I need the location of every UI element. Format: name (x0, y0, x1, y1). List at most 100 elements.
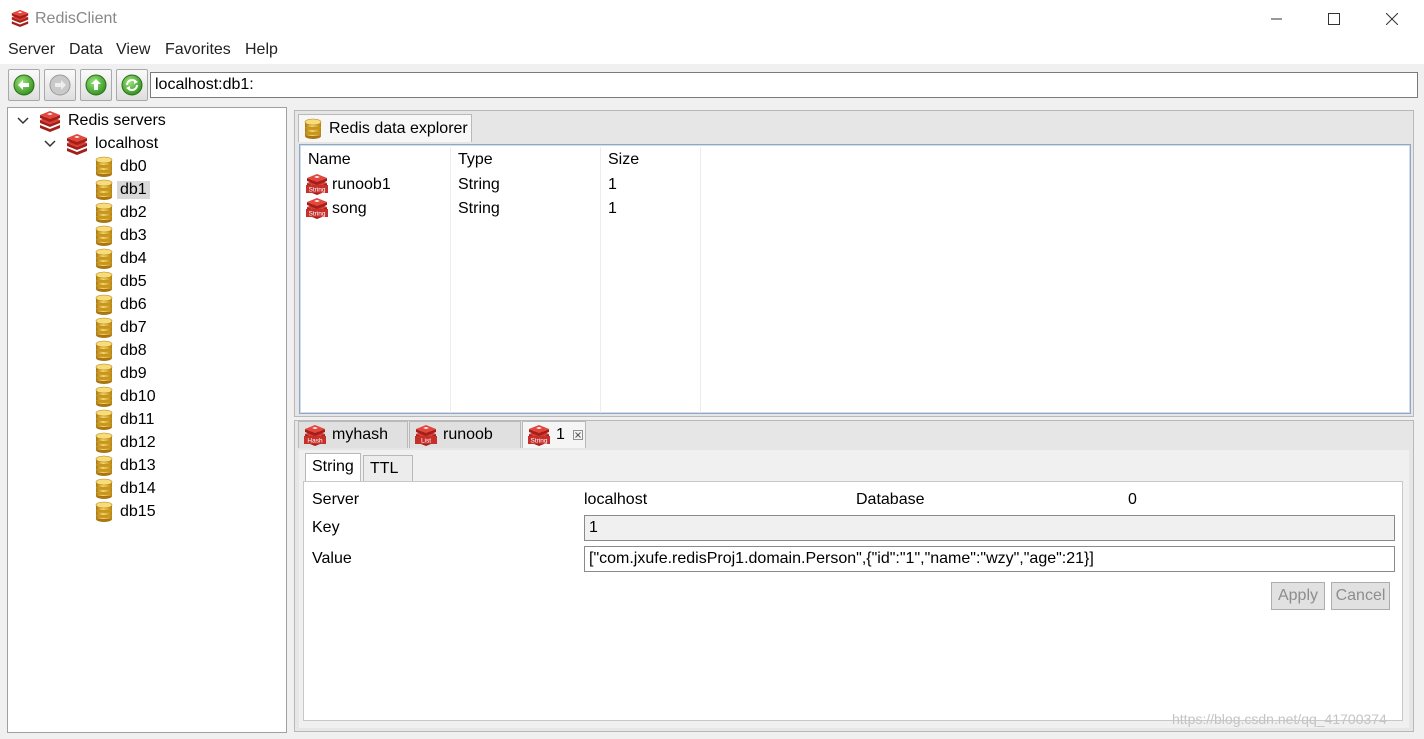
string-type-icon: String (528, 424, 550, 446)
database-icon (94, 225, 114, 247)
tree-item-db8[interactable]: db8 (94, 340, 147, 362)
tree-item-db3[interactable]: db3 (94, 225, 147, 247)
tab-key-1-label: 1 (556, 426, 565, 443)
tree-server-label: localhost (95, 135, 159, 152)
tab-myhash[interactable]: Hash myhash (298, 421, 408, 448)
database-icon (94, 179, 114, 201)
tree-item-db1[interactable]: db1 (94, 179, 150, 201)
database-icon (94, 409, 114, 431)
tree-item-db5[interactable]: db5 (94, 271, 147, 293)
chevron-down-icon (17, 117, 29, 125)
tree-item-db13[interactable]: db13 (94, 455, 156, 477)
tree-item-label: db7 (120, 319, 147, 336)
value-field[interactable]: ["com.jxufe.redisProj1.domain.Person",{"… (584, 546, 1395, 572)
database-icon (94, 363, 114, 385)
apply-button[interactable]: Apply (1271, 582, 1325, 610)
tab-data-explorer[interactable]: Redis data explorer (298, 114, 472, 142)
redis-icon (10, 9, 30, 27)
tree-item-db0[interactable]: db0 (94, 156, 147, 178)
address-field[interactable]: localhost:db1: (150, 72, 1418, 98)
tab-ttl[interactable]: TTL (363, 455, 413, 483)
menu-data[interactable]: Data (69, 41, 103, 59)
list-type-icon: List (415, 424, 437, 446)
tree-item-label: db5 (120, 273, 147, 290)
menu-server[interactable]: Server (8, 41, 55, 59)
toolbar: localhost:db1: (0, 64, 1424, 104)
close-button[interactable] (1363, 0, 1421, 38)
column-header-name[interactable]: Name (308, 151, 351, 169)
tree-item-db9[interactable]: db9 (94, 363, 147, 385)
cell-type: String (458, 176, 500, 193)
tree-item-db2[interactable]: db2 (94, 202, 147, 224)
back-button[interactable] (8, 69, 40, 101)
tree-item-db10[interactable]: db10 (94, 386, 156, 408)
database-value: 0 (1128, 491, 1137, 508)
tab-myhash-label: myhash (332, 426, 389, 443)
status-bar (0, 735, 1424, 739)
menu-favorites[interactable]: Favorites (165, 41, 231, 59)
svg-text:Hash: Hash (307, 438, 323, 445)
cell-name: runoob1 (332, 176, 391, 193)
up-icon (85, 74, 107, 96)
tree-item-label: db13 (120, 457, 156, 474)
tree-item-db7[interactable]: db7 (94, 317, 147, 339)
tree-item-db11[interactable]: db11 (94, 409, 154, 431)
tab-string[interactable]: String (305, 453, 361, 483)
minimize-button[interactable] (1248, 0, 1306, 38)
tree-item-label: db9 (120, 365, 147, 382)
hash-type-icon: Hash (304, 424, 326, 446)
tree-root-label: Redis servers (68, 112, 166, 129)
svg-text:String: String (309, 187, 326, 194)
cancel-button[interactable]: Cancel (1331, 582, 1390, 610)
database-icon (94, 432, 114, 454)
watermark: https://blog.csdn.net/qq_41700374 (1172, 711, 1387, 727)
cell-size: 1 (608, 200, 617, 217)
string-form: Server localhost Database 0 Key 1 Value … (303, 481, 1403, 721)
forward-button[interactable] (44, 69, 76, 101)
forward-icon (49, 74, 71, 96)
column-header-type[interactable]: Type (458, 151, 493, 169)
tree-item-label: db3 (120, 227, 147, 244)
database-icon (94, 478, 114, 500)
tree-item-label: db8 (120, 342, 147, 359)
database-icon (94, 317, 114, 339)
detail-pane: Hash myhash List runoob String 1 String … (294, 420, 1414, 732)
key-field[interactable]: 1 (584, 515, 1395, 541)
refresh-button[interactable] (116, 69, 148, 101)
up-button[interactable] (80, 69, 112, 101)
tree-item-db15[interactable]: db15 (94, 501, 156, 523)
database-icon (94, 294, 114, 316)
redis-icon (38, 110, 62, 132)
column-header-size[interactable]: Size (608, 151, 639, 169)
tree-item-db12[interactable]: db12 (94, 432, 156, 454)
tree-server[interactable]: localhost (43, 133, 158, 155)
menu-bar: Server Data View Favorites Help (0, 38, 1424, 64)
menu-view[interactable]: View (116, 41, 150, 59)
tree-item-label: db0 (120, 158, 147, 175)
tree-item-label: db10 (120, 388, 156, 405)
value-label: Value (312, 550, 352, 567)
database-icon (303, 118, 323, 140)
server-label: Server (312, 491, 360, 508)
tab-key-1[interactable]: String 1 (522, 421, 586, 448)
tab-runoob-label: runoob (443, 426, 493, 443)
key-label: Key (312, 519, 340, 536)
tree-root[interactable]: Redis servers (16, 110, 166, 132)
tree-item-label: db2 (120, 204, 147, 221)
tree-item-db14[interactable]: db14 (94, 478, 156, 500)
tree-item-db4[interactable]: db4 (94, 248, 147, 270)
refresh-icon (121, 74, 143, 96)
column-divider (450, 147, 451, 413)
tree-item-label: db12 (120, 434, 156, 451)
tab-data-explorer-label: Redis data explorer (329, 119, 468, 137)
maximize-button[interactable] (1305, 0, 1363, 38)
redis-icon (65, 133, 89, 155)
tree-item-db6[interactable]: db6 (94, 294, 147, 316)
key-editor: String TTL Server localhost Database 0 K… (299, 450, 1409, 728)
window-title: RedisClient (35, 10, 117, 27)
database-icon (94, 202, 114, 224)
tree-item-label: db15 (120, 503, 156, 520)
close-tab-icon[interactable] (573, 430, 583, 440)
menu-help[interactable]: Help (245, 41, 278, 59)
tab-runoob[interactable]: List runoob (409, 421, 521, 448)
